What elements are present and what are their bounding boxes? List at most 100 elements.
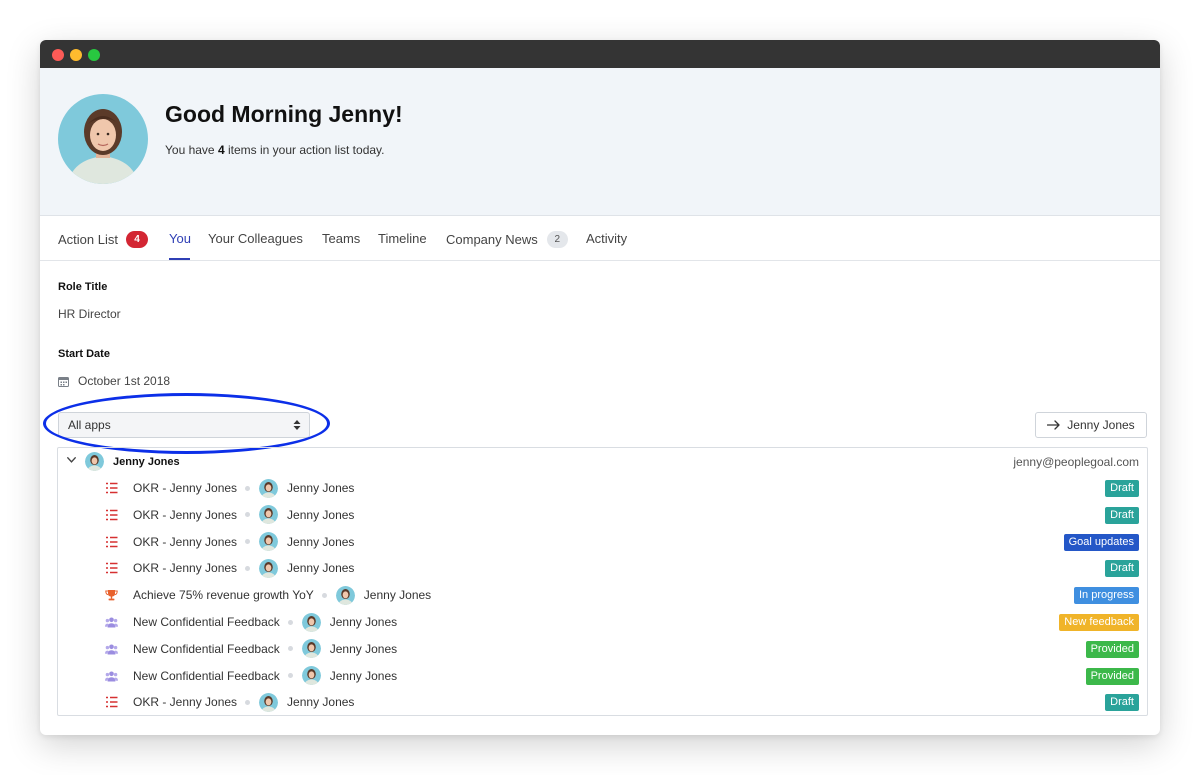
assignee-avatar	[335, 585, 355, 605]
separator-dot	[245, 699, 251, 705]
assignee-avatar	[301, 639, 321, 659]
list-item[interactable]: New Confidential Feedback Jenny Jones Prov…	[58, 636, 1147, 663]
list-item[interactable]: New Confidential Feedback Jenny Jones New …	[58, 609, 1147, 636]
separator-dot	[245, 512, 251, 518]
tab-label: Company News	[446, 232, 538, 247]
list-item[interactable]: Achieve 75% revenue growth YoY Jenny Jone…	[58, 582, 1147, 609]
item-assignee: Jenny Jones	[329, 641, 398, 656]
separator-dot	[245, 565, 251, 571]
separator-dot	[245, 539, 251, 545]
go-to-person-button[interactable]: Jenny Jones	[1035, 412, 1147, 438]
tab-label: You	[169, 231, 191, 246]
maximize-window-button[interactable]	[88, 49, 100, 61]
item-content: Achieve 75% revenue growth YoY Jenny Jone…	[133, 582, 431, 608]
role-title-label: Role Title	[58, 281, 108, 293]
status-badge: In progress	[1073, 587, 1139, 605]
list-item[interactable]: OKR - Jenny Jones Jenny Jones Draft	[58, 689, 1147, 716]
chevron-down-icon[interactable]	[67, 457, 76, 463]
separator-dot	[287, 673, 293, 679]
item-title[interactable]: New Confidential Feedback	[133, 642, 280, 656]
tab-label: Action List	[58, 232, 118, 247]
item-content: OKR - Jenny Jones Jenny Jones	[133, 555, 354, 581]
app-filter-select[interactable]: All apps	[58, 412, 310, 438]
tab-company-news[interactable]: Company News 2	[446, 231, 568, 248]
people-icon	[105, 671, 118, 682]
tab-you[interactable]: You	[169, 231, 191, 246]
item-assignee: Jenny Jones	[363, 588, 432, 603]
item-content: New Confidential Feedback Jenny Jones	[133, 636, 397, 662]
list-item[interactable]: OKR - Jenny Jones Jenny Jones Draft	[58, 475, 1147, 502]
separator-dot	[287, 646, 293, 652]
assignee-avatar	[259, 692, 279, 712]
list-item[interactable]: OKR - Jenny Jones Jenny Jones Goal updates	[58, 529, 1147, 556]
assignee-avatar	[259, 532, 279, 552]
item-assignee: Jenny Jones	[287, 695, 355, 710]
assignee-avatar	[259, 558, 279, 578]
start-date-value: October 1st 2018	[58, 374, 170, 388]
owner-name: Jenny Jones	[113, 456, 180, 468]
tab-timeline[interactable]: Timeline	[378, 231, 427, 246]
greeting-title: Good Morning Jenny!	[165, 101, 403, 127]
list-group-header[interactable]: Jenny Jones jenny@peoplegoal.com	[58, 448, 1147, 474]
action-item-list: Jenny Jones jenny@peoplegoal.com OKR - J…	[57, 447, 1148, 716]
action-summary: You have 4 items in your action list tod…	[165, 143, 384, 157]
item-content: New Confidential Feedback Jenny Jones	[133, 663, 397, 689]
tab-your-colleagues[interactable]: Your Colleagues	[208, 231, 303, 246]
list-item[interactable]: OKR - Jenny Jones Jenny Jones Draft	[58, 555, 1147, 582]
go-to-person-label: Jenny Jones	[1067, 418, 1135, 432]
window-titlebar	[40, 40, 1160, 68]
tab-label: Teams	[322, 231, 361, 246]
item-content: OKR - Jenny Jones Jenny Jones	[133, 475, 354, 501]
item-assignee: Jenny Jones	[329, 668, 398, 683]
status-badge: Draft	[1105, 694, 1139, 712]
assignee-avatar	[301, 666, 321, 686]
item-assignee: Jenny Jones	[287, 507, 355, 522]
action-count-badge: 4	[125, 231, 148, 248]
tab-bar: Action List 4 You Your Colleagues Teams …	[40, 216, 1160, 261]
tab-label: Activity	[586, 231, 628, 246]
welcome-header: Good Morning Jenny! You have 4 items in …	[40, 68, 1160, 216]
list-item[interactable]: OKR - Jenny Jones Jenny Jones Draft	[58, 502, 1147, 529]
status-badge: Provided	[1085, 667, 1139, 685]
start-date-label: Start Date	[58, 348, 110, 360]
owner-email: jenny@peoplegoal.com	[1013, 455, 1139, 469]
news-count-badge: 2	[546, 231, 568, 248]
status-badge: Draft	[1105, 506, 1139, 524]
app-filter-value: All apps	[68, 418, 111, 432]
tab-action-list[interactable]: Action List 4	[58, 231, 148, 248]
checklist-icon	[106, 509, 118, 521]
item-assignee: Jenny Jones	[287, 561, 355, 576]
tab-activity[interactable]: Activity	[586, 231, 627, 246]
list-item[interactable]: New Confidential Feedback Jenny Jones Prov…	[58, 663, 1147, 690]
status-badge: Draft	[1105, 480, 1139, 497]
item-title[interactable]: OKR - Jenny Jones	[133, 695, 237, 709]
trophy-icon	[105, 590, 118, 601]
item-assignee: Jenny Jones	[329, 615, 398, 629]
role-title-text: HR Director	[58, 307, 121, 321]
item-title[interactable]: Achieve 75% revenue growth YoY	[133, 588, 314, 602]
status-badge: New feedback	[1059, 614, 1139, 631]
tab-teams[interactable]: Teams	[322, 231, 360, 246]
item-title[interactable]: OKR - Jenny Jones	[133, 481, 237, 495]
assignee-avatar	[301, 612, 321, 632]
people-icon	[105, 644, 118, 655]
close-window-button[interactable]	[52, 49, 64, 61]
assignee-avatar	[259, 505, 279, 525]
people-icon	[105, 617, 118, 628]
item-title[interactable]: OKR - Jenny Jones	[133, 508, 237, 522]
status-badge: Provided	[1085, 640, 1139, 658]
checklist-icon	[106, 536, 118, 547]
app-window: Good Morning Jenny! You have 4 items in …	[40, 40, 1160, 735]
minimize-window-button[interactable]	[70, 49, 82, 61]
item-title[interactable]: OKR - Jenny Jones	[133, 561, 237, 575]
item-assignee: Jenny Jones	[287, 534, 355, 549]
item-content: OKR - Jenny Jones Jenny Jones	[133, 529, 354, 555]
item-title[interactable]: New Confidential Feedback	[133, 615, 280, 629]
owner-avatar	[85, 452, 104, 471]
checklist-icon	[106, 697, 118, 708]
summary-suffix: items in your action list today.	[224, 143, 385, 157]
tab-label: Timeline	[378, 231, 427, 246]
calendar-icon	[58, 376, 69, 387]
item-title[interactable]: New Confidential Feedback	[133, 669, 280, 683]
item-title[interactable]: OKR - Jenny Jones	[133, 535, 237, 549]
